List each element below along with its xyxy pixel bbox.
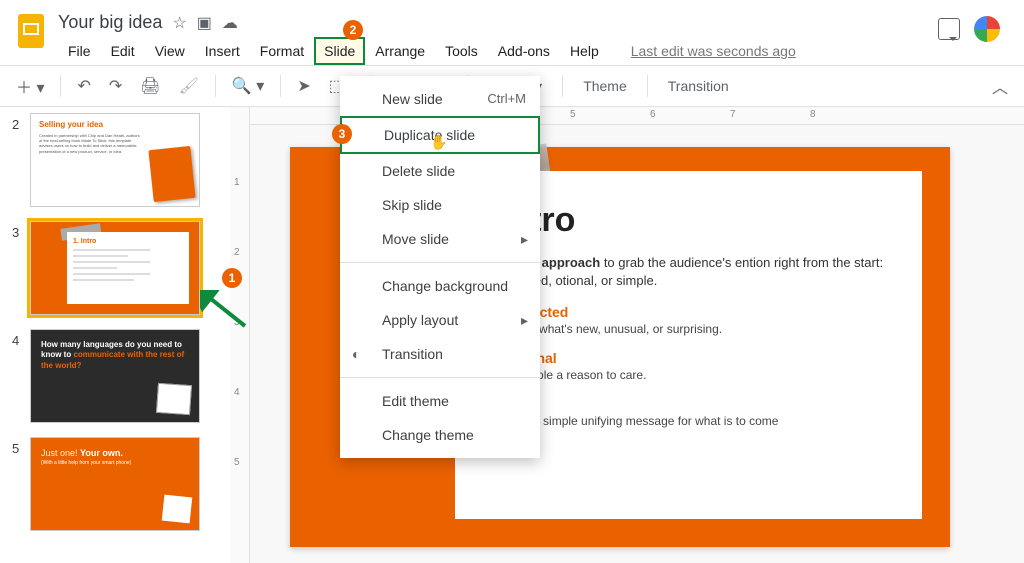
- thumb2-book-image: [148, 146, 195, 202]
- menu-view[interactable]: View: [145, 37, 195, 65]
- transition-button[interactable]: Transition: [658, 78, 739, 94]
- star-icon[interactable]: ☆: [172, 13, 186, 33]
- submenu-arrow-icon: ▸: [521, 312, 528, 329]
- comments-icon[interactable]: [938, 18, 960, 40]
- sticky-note-graphic: [156, 383, 192, 415]
- app-logo-slides[interactable]: [12, 12, 50, 50]
- select-tool-icon[interactable]: ➤: [291, 74, 316, 98]
- print-icon[interactable]: 🖨: [134, 74, 166, 98]
- bullet-desc: Highlight what's new, unusual, or surpri…: [489, 322, 896, 336]
- document-title[interactable]: Your big idea: [58, 12, 162, 33]
- thumbnail-slide-5[interactable]: Just one! Your own. (With a little help …: [30, 437, 200, 531]
- bullet-desc: Give people a reason to care.: [489, 368, 896, 382]
- menu-edit[interactable]: Edit: [101, 37, 145, 65]
- redo-icon[interactable]: ↷: [103, 74, 128, 98]
- menu-insert[interactable]: Insert: [195, 37, 250, 65]
- menu-skip-slide[interactable]: Skip slide: [340, 188, 540, 222]
- annotation-badge-3: 3: [332, 124, 352, 144]
- bullet-title: Unexpected: [489, 304, 896, 320]
- slide-thumbnails-panel: 2 Selling your idea Created in partnersh…: [0, 107, 230, 563]
- menu-slide[interactable]: Slide: [314, 37, 365, 65]
- thumbnail-slide-2[interactable]: Selling your idea Created in partnership…: [30, 113, 200, 207]
- menu-edit-theme[interactable]: Edit theme: [340, 384, 540, 418]
- menu-move-slide[interactable]: Move slide ▸: [340, 222, 540, 256]
- thumb-number: 2: [12, 113, 30, 132]
- menu-change-background[interactable]: Change background: [340, 269, 540, 303]
- thumb-number: 4: [12, 329, 30, 348]
- theme-button[interactable]: Theme: [573, 78, 637, 94]
- thumb5-sub: (With a little help from your smart phon…: [41, 460, 189, 466]
- undo-icon[interactable]: ↶: [71, 74, 96, 98]
- transition-icon: ◐: [352, 346, 360, 362]
- slide-bullet-unexpected[interactable]: ● Unexpected Highlight what's new, unusu…: [481, 304, 896, 336]
- last-edit-link[interactable]: Last edit was seconds ago: [631, 43, 796, 59]
- menu-delete-slide[interactable]: Delete slide: [340, 154, 540, 188]
- move-folder-icon[interactable]: ▣: [197, 13, 212, 33]
- annotation-badge-1: 1: [222, 268, 242, 288]
- zoom-icon[interactable]: 🔍 ▾: [226, 74, 270, 98]
- menu-format[interactable]: Format: [250, 37, 314, 65]
- menu-apply-layout[interactable]: Apply layout ▸: [340, 303, 540, 337]
- slide-bullet-emotional[interactable]: ● Emotional Give people a reason to care…: [481, 350, 896, 382]
- thumb2-title: Selling your idea: [39, 120, 191, 129]
- menu-change-theme[interactable]: Change theme: [340, 418, 540, 452]
- menu-transition[interactable]: ◐ Transition: [340, 337, 540, 371]
- thumb4-text: How many languages do you need to know t…: [41, 340, 189, 371]
- slide-title[interactable]: . Intro: [481, 201, 896, 240]
- slide-bullet-simple[interactable]: ● Simple Provide a simple unifying messa…: [481, 396, 896, 428]
- bullet-title: Simple: [489, 396, 896, 412]
- thumb-number: 3: [12, 221, 30, 240]
- thumbnail-slide-4[interactable]: How many languages do you need to know t…: [30, 329, 200, 423]
- bullet-desc: Provide a simple unifying message for wh…: [489, 414, 896, 428]
- vertical-ruler: 1 2 3 4 5: [230, 107, 250, 563]
- slide-intro-text[interactable]: oose one approach to grab the audience's…: [481, 254, 896, 290]
- new-slide-button[interactable]: ＋ ▾: [10, 72, 50, 100]
- cloud-status-icon[interactable]: ☁: [222, 13, 238, 33]
- menu-label: Apply layout: [382, 312, 458, 328]
- menu-addons[interactable]: Add-ons: [488, 37, 560, 65]
- annotation-badge-2: 2: [343, 20, 363, 40]
- account-avatar[interactable]: [974, 16, 1000, 42]
- thumb2-text: Created in partnership with Chip and Dan…: [39, 133, 144, 154]
- menu-label: New slide: [382, 91, 443, 107]
- menu-file[interactable]: File: [58, 37, 101, 65]
- collapse-toolbar-icon[interactable]: ︿: [986, 72, 1014, 100]
- thumbnail-slide-3[interactable]: 1. Intro: [30, 221, 200, 315]
- mouse-cursor-icon: ✋: [430, 134, 447, 151]
- menu-label: Transition: [382, 346, 443, 362]
- thumb3-title: 1. Intro: [73, 238, 183, 245]
- menu-help[interactable]: Help: [560, 37, 609, 65]
- bullet-title: Emotional: [489, 350, 896, 366]
- menu-tools[interactable]: Tools: [435, 37, 488, 65]
- paint-format-icon[interactable]: 🖌: [173, 74, 205, 98]
- sticky-note-graphic: [162, 495, 193, 524]
- menu-arrange[interactable]: Arrange: [365, 37, 435, 65]
- thumb5-heading: Just one! Your own.: [41, 448, 189, 458]
- menu-new-slide[interactable]: New slide Ctrl+M: [340, 82, 540, 116]
- annotation-arrow: [200, 290, 250, 330]
- menu-label: Move slide: [382, 231, 449, 247]
- shortcut-label: Ctrl+M: [487, 91, 526, 106]
- thumb-number: 5: [12, 437, 30, 456]
- submenu-arrow-icon: ▸: [521, 231, 528, 248]
